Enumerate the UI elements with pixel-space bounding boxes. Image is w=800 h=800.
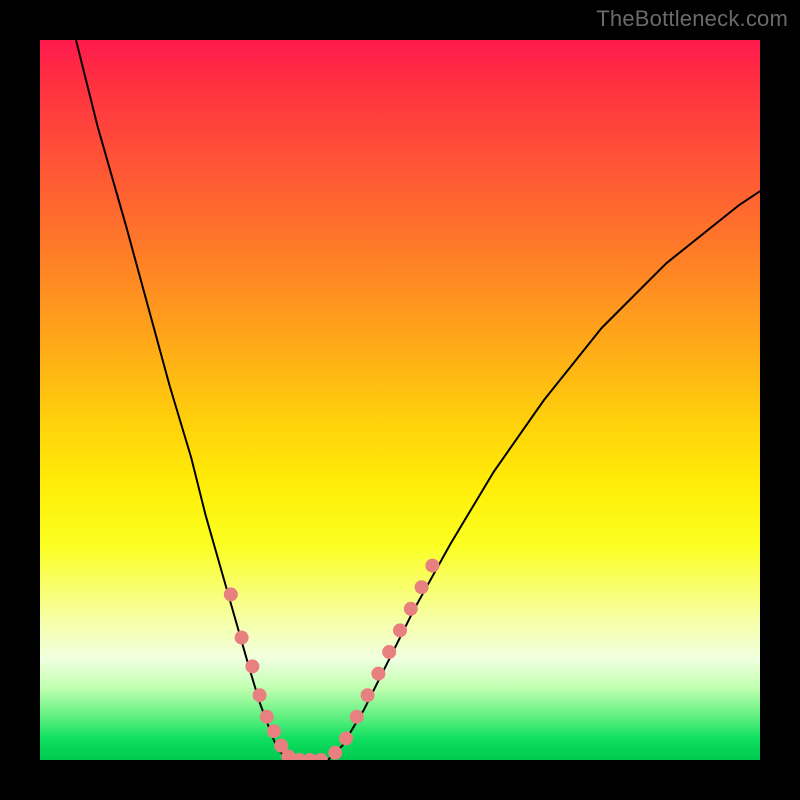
marker-dot [235, 631, 249, 645]
marker-dot [224, 587, 238, 601]
plot-area [40, 40, 760, 760]
marker-dot [415, 580, 429, 594]
watermark-text: TheBottleneck.com [596, 6, 788, 32]
marker-dot [350, 710, 364, 724]
bottleneck-curve [76, 40, 760, 760]
marker-dot [393, 623, 407, 637]
highlight-markers [224, 559, 440, 760]
chart-frame: TheBottleneck.com [0, 0, 800, 800]
marker-dot [260, 710, 274, 724]
marker-dot [425, 559, 439, 573]
marker-dot [404, 602, 418, 616]
marker-dot [328, 746, 342, 760]
marker-dot [267, 724, 281, 738]
marker-dot [361, 688, 375, 702]
marker-dot [339, 731, 353, 745]
marker-dot [253, 688, 267, 702]
curve-path [76, 40, 760, 760]
marker-dot [314, 753, 328, 760]
marker-dot [245, 659, 259, 673]
chart-svg [40, 40, 760, 760]
marker-dot [382, 645, 396, 659]
marker-dot [371, 667, 385, 681]
